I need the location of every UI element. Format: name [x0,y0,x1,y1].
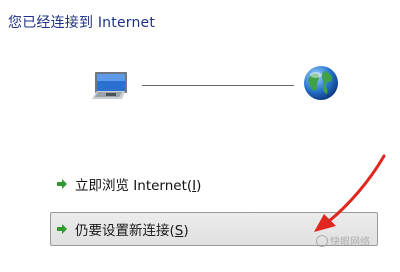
connection-line [142,85,294,86]
watermark: 快眼网络 [316,233,370,248]
setup-new-connection-label: 仍要设置新连接(S) [75,223,189,239]
green-arrow-icon [57,224,67,234]
watermark-text: 快眼网络 [330,237,370,248]
green-arrow-icon [57,179,67,189]
browse-internet-link[interactable]: 立即浏览 Internet(I) [56,175,266,194]
watermark-logo-icon [316,234,328,247]
page-title: 您已经连接到 Internet [8,15,156,31]
computer-icon [92,72,127,99]
browse-internet-label: 立即浏览 Internet(I) [75,178,202,194]
internet-globe-icon [304,66,338,100]
setup-new-connection-link[interactable]: 仍要设置新连接(S) [56,220,266,239]
